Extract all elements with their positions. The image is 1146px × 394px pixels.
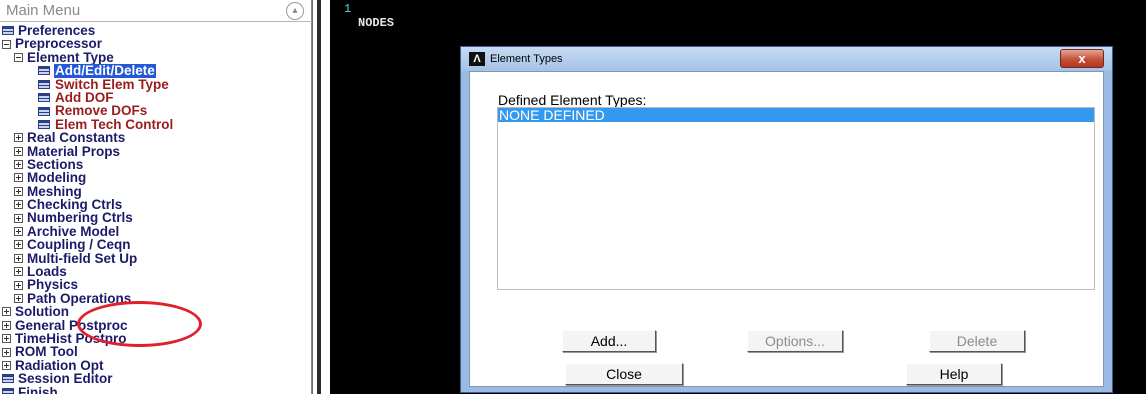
main-menu-title: Main Menu (6, 2, 81, 19)
menu-item-elem-tech-control[interactable]: Elem Tech Control (0, 116, 312, 132)
menu-item-label: ROM Tool (15, 344, 78, 360)
menu-item-label: Session Editor (18, 371, 113, 387)
dialog-title: Element Types (490, 53, 563, 65)
main-menu-header: Main Menu ▴ (0, 0, 312, 22)
menu-item-add-dof[interactable]: Add DOF (0, 89, 312, 105)
command-icon (2, 387, 14, 394)
menu-item-label: Material Props (27, 143, 121, 159)
menu-item-remove-dofs[interactable]: Remove DOFs (0, 103, 312, 119)
menu-item-switch-elem-type[interactable]: Switch Elem Type (0, 76, 312, 92)
menu-item-label: Add/Edit/Delete (54, 63, 156, 79)
menu-item-preprocessor[interactable]: Preprocessor (0, 36, 312, 52)
menu-item-multi-field-set-up[interactable]: Multi-field Set Up (0, 250, 312, 266)
menu-item-label: Finish (18, 384, 58, 394)
expand-icon[interactable] (14, 267, 23, 277)
menu-item-sections[interactable]: Sections (0, 156, 312, 172)
menu-item-label: Element Type (27, 49, 114, 65)
menu-item-label: Loads (27, 264, 67, 280)
list-item[interactable]: NONE DEFINED (498, 108, 1094, 122)
menu-item-label: Elem Tech Control (55, 116, 174, 132)
expand-icon[interactable] (14, 160, 23, 170)
menu-item-label: Checking Ctrls (27, 197, 123, 213)
collapse-icon[interactable] (2, 39, 11, 49)
menu-item-label: Meshing (27, 183, 82, 199)
expand-icon[interactable] (2, 334, 11, 344)
command-icon (2, 374, 14, 384)
ansys-logo-icon: Λ (469, 52, 485, 66)
menu-item-numbering-ctrls[interactable]: Numbering Ctrls (0, 210, 312, 226)
dialog-body: Defined Element Types: NONE DEFINED Add.… (469, 71, 1104, 387)
menu-item-label: Numbering Ctrls (27, 210, 133, 226)
menu-item-physics[interactable]: Physics (0, 277, 312, 293)
expand-icon[interactable] (14, 186, 23, 196)
menu-item-add-edit-delete[interactable]: Add/Edit/Delete (0, 63, 312, 79)
expand-icon[interactable] (14, 280, 23, 290)
help-button[interactable]: Help (906, 363, 1002, 385)
expand-icon[interactable] (14, 200, 23, 210)
menu-item-label: Add DOF (55, 89, 114, 105)
command-icon (38, 119, 50, 129)
red-highlight-circle (77, 301, 202, 347)
defined-element-types-label: Defined Element Types: (498, 92, 647, 108)
expand-icon[interactable] (14, 146, 23, 156)
element-types-list[interactable]: NONE DEFINED (497, 107, 1095, 290)
menu-item-session-editor[interactable]: Session Editor (0, 371, 312, 387)
panel-splitter[interactable] (312, 0, 330, 394)
expand-icon[interactable] (2, 307, 11, 317)
menu-item-label: Archive Model (27, 223, 120, 239)
menu-item-label: Radiation Opt (15, 357, 104, 373)
menu-item-label: Sections (27, 156, 84, 172)
options-button[interactable]: Options... (747, 330, 843, 352)
command-icon (38, 93, 50, 103)
collapse-menu-icon[interactable]: ▴ (286, 1, 304, 20)
dialog-titlebar[interactable]: Λ Element Types x (461, 47, 1112, 71)
menu-item-meshing[interactable]: Meshing (0, 183, 312, 199)
menu-item-label: Physics (27, 277, 79, 293)
window-number: 1 (344, 2, 352, 16)
menu-item-label: Preprocessor (15, 36, 103, 52)
menu-item-rom-tool[interactable]: ROM Tool (0, 344, 312, 360)
menu-item-material-props[interactable]: Material Props (0, 143, 312, 159)
menu-item-label: Preferences (18, 23, 96, 38)
menu-item-loads[interactable]: Loads (0, 265, 312, 278)
menu-item-element-type[interactable]: Element Type (0, 49, 312, 65)
expand-icon[interactable] (2, 347, 11, 357)
menu-item-label: Modeling (27, 170, 87, 186)
menu-item-real-constants[interactable]: Real Constants (0, 130, 312, 146)
close-button[interactable]: Close (565, 363, 683, 385)
expand-icon[interactable] (14, 213, 23, 223)
menu-item-finish[interactable]: Finish (0, 384, 312, 394)
menu-item-label: Remove DOFs (55, 103, 148, 119)
delete-button[interactable]: Delete (929, 330, 1025, 352)
close-icon[interactable]: x (1060, 49, 1104, 68)
menu-item-preferences[interactable]: Preferences (0, 24, 312, 37)
command-icon (38, 79, 50, 89)
menu-item-label: Coupling / Ceqn (27, 237, 131, 253)
expand-icon[interactable] (14, 227, 23, 237)
menu-item-label: Multi-field Set Up (27, 250, 138, 266)
graphics-plot-label: NODES (358, 16, 395, 30)
expand-icon[interactable] (14, 173, 23, 183)
element-types-dialog: Λ Element Types x Defined Element Types:… (460, 46, 1113, 393)
menu-item-coupling-ceqn[interactable]: Coupling / Ceqn (0, 237, 312, 253)
expand-icon[interactable] (14, 133, 23, 143)
command-icon (38, 106, 50, 116)
expand-icon[interactable] (14, 240, 23, 250)
menu-item-archive-model[interactable]: Archive Model (0, 223, 312, 239)
command-icon (2, 26, 14, 36)
menu-item-radiation-opt[interactable]: Radiation Opt (0, 357, 312, 373)
expand-icon[interactable] (2, 320, 11, 330)
menu-item-label: Real Constants (27, 130, 126, 146)
expand-icon[interactable] (2, 360, 11, 370)
expand-icon[interactable] (14, 294, 23, 303)
command-icon (38, 66, 50, 76)
menu-item-checking-ctrls[interactable]: Checking Ctrls (0, 197, 312, 213)
collapse-icon[interactable] (14, 52, 23, 62)
menu-item-modeling[interactable]: Modeling (0, 170, 312, 186)
add-button[interactable]: Add... (562, 330, 656, 352)
menu-item-label: Switch Elem Type (55, 76, 169, 92)
expand-icon[interactable] (14, 253, 23, 263)
menu-item-label: Solution (15, 304, 69, 320)
